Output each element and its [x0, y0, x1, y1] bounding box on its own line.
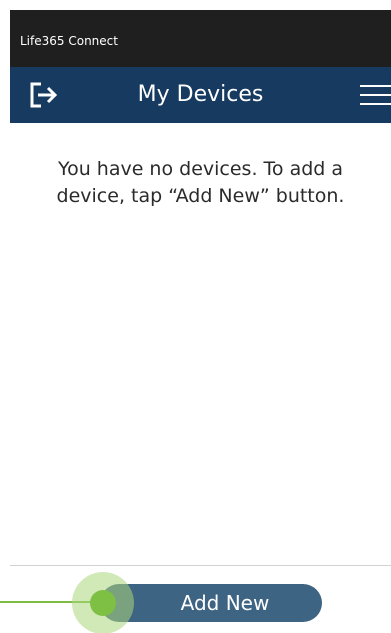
page: Life365 Connect My Devices You have no d… [0, 0, 391, 633]
app-name: Life365 Connect [20, 34, 118, 48]
app-screen: Life365 Connect My Devices You have no d… [10, 0, 391, 633]
page-title: My Devices [137, 82, 264, 107]
nav-bar: My Devices [10, 67, 391, 123]
footer-divider [10, 565, 391, 566]
status-bar: Life365 Connect [10, 10, 391, 67]
add-new-button-label: Add New [180, 591, 270, 615]
empty-state-message: You have no devices. To add a device, ta… [56, 158, 345, 207]
menu-icon[interactable] [360, 82, 391, 108]
tap-indicator-dot [90, 590, 116, 616]
